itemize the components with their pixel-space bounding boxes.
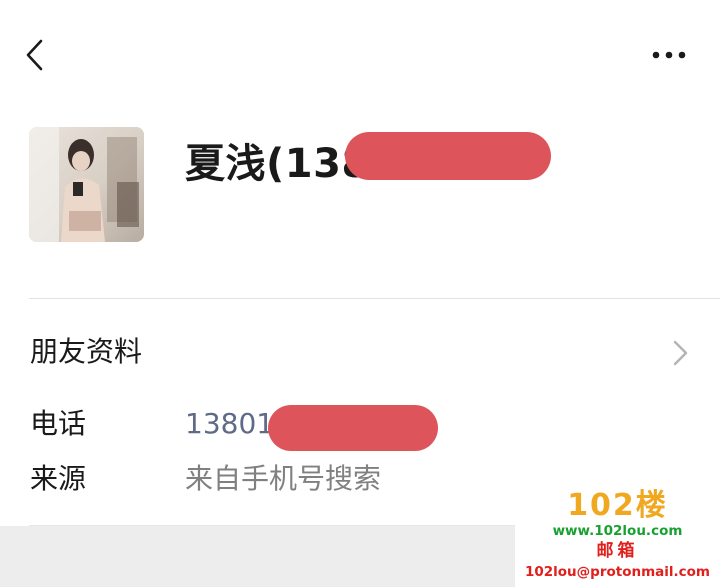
chevron-left-icon: [26, 39, 43, 71]
watermark-title: 102楼: [567, 488, 668, 523]
more-options-button[interactable]: [648, 40, 692, 70]
phone-label: 电话: [30, 407, 87, 440]
watermark-mail: 102lou@protonmail.com: [524, 564, 711, 580]
chevron-right-icon: [673, 340, 688, 366]
phone-redaction-mask: [268, 405, 438, 451]
watermark-mail-label: 邮箱: [596, 541, 639, 561]
source-label: 来源: [30, 462, 87, 495]
back-button[interactable]: [18, 36, 54, 76]
source-value: 来自手机号搜索: [185, 462, 382, 495]
more-horizontal-icon: [652, 51, 686, 59]
watermark-site: www.102lou.com: [552, 523, 683, 539]
friend-info-label: 朋友资料: [30, 335, 143, 368]
name-redaction-mask: [345, 132, 551, 180]
section-divider: [29, 298, 720, 299]
top-bar: [0, 0, 720, 110]
avatar-photo: [29, 127, 144, 242]
watermark: 102楼 www.102lou.com 邮箱 102lou@protonmail…: [515, 487, 720, 587]
avatar[interactable]: [29, 127, 144, 242]
friend-info-row[interactable]: 朋友资料: [0, 310, 720, 396]
phone-value[interactable]: 13801: [185, 402, 274, 446]
